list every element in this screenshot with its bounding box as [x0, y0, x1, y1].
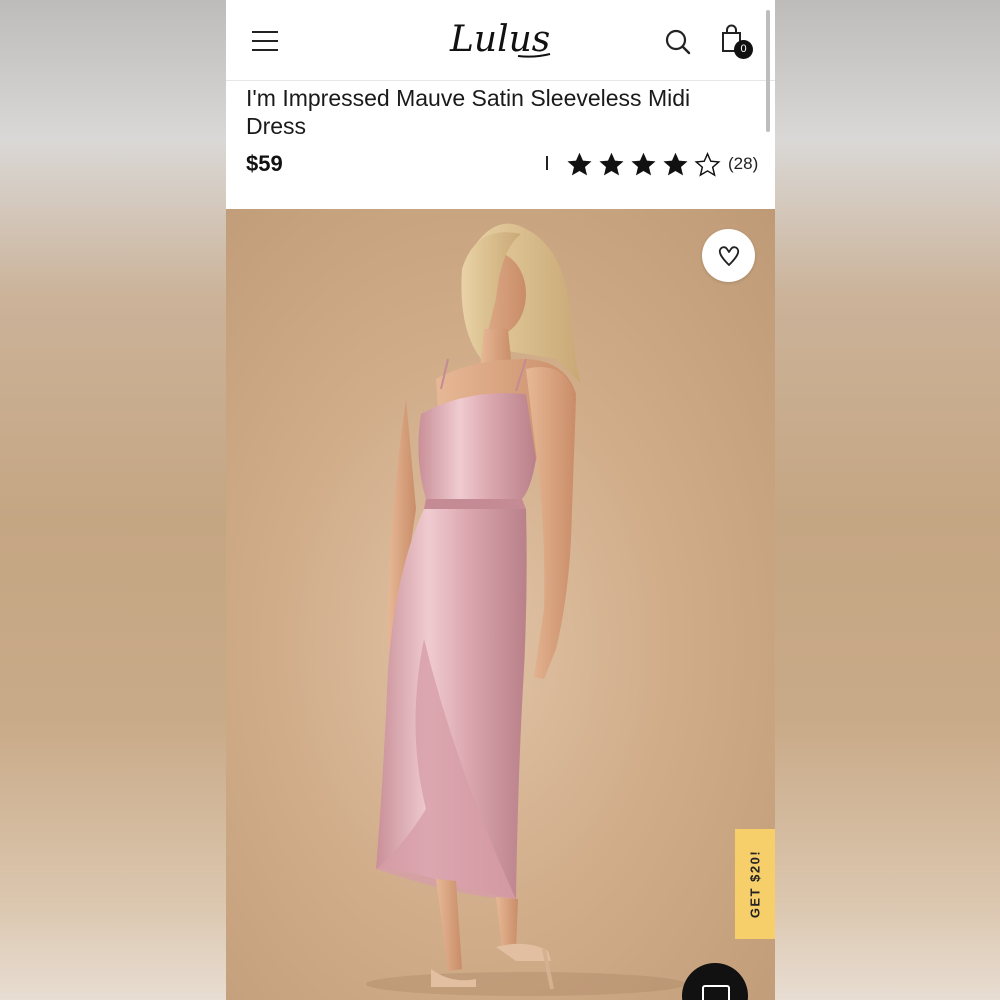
product-title: I'm Impressed Mauve Satin Sleeveless Mid…: [246, 85, 691, 139]
star-filled-icon: [567, 152, 592, 175]
shopping-bag-icon[interactable]: 0: [720, 24, 756, 60]
star-filled-icon: [631, 152, 656, 175]
product-image[interactable]: GET $20!: [226, 209, 775, 1000]
background-blur-left: [0, 0, 226, 1000]
top-navigation-bar: Lulus 0: [226, 0, 775, 132]
phone-screen: Lulus 0 I'm Impressed Mauve Satin Sleeve…: [226, 0, 775, 1000]
cart-count-badge: 0: [734, 40, 753, 59]
lulus-logo[interactable]: Lulus: [448, 14, 552, 64]
review-count[interactable]: (28): [728, 154, 758, 174]
background-blur-right: [775, 0, 1000, 1000]
promo-label: GET $20!: [747, 849, 763, 919]
search-icon[interactable]: [664, 28, 692, 56]
hamburger-menu-icon[interactable]: [252, 31, 278, 51]
model-photo-illustration: [366, 223, 686, 996]
star-outline-icon: [694, 151, 721, 177]
logo-text: Lulus: [449, 19, 550, 60]
product-rating[interactable]: (28): [566, 150, 758, 178]
scrollbar[interactable]: [766, 10, 770, 132]
star-filled-icon: [599, 152, 624, 175]
star-filled-icon: [663, 152, 688, 175]
heart-icon[interactable]: [702, 229, 755, 282]
get-20-promo-tab[interactable]: GET $20!: [735, 829, 775, 939]
price-rating-divider: [546, 156, 548, 170]
product-price: $59: [246, 151, 283, 176]
